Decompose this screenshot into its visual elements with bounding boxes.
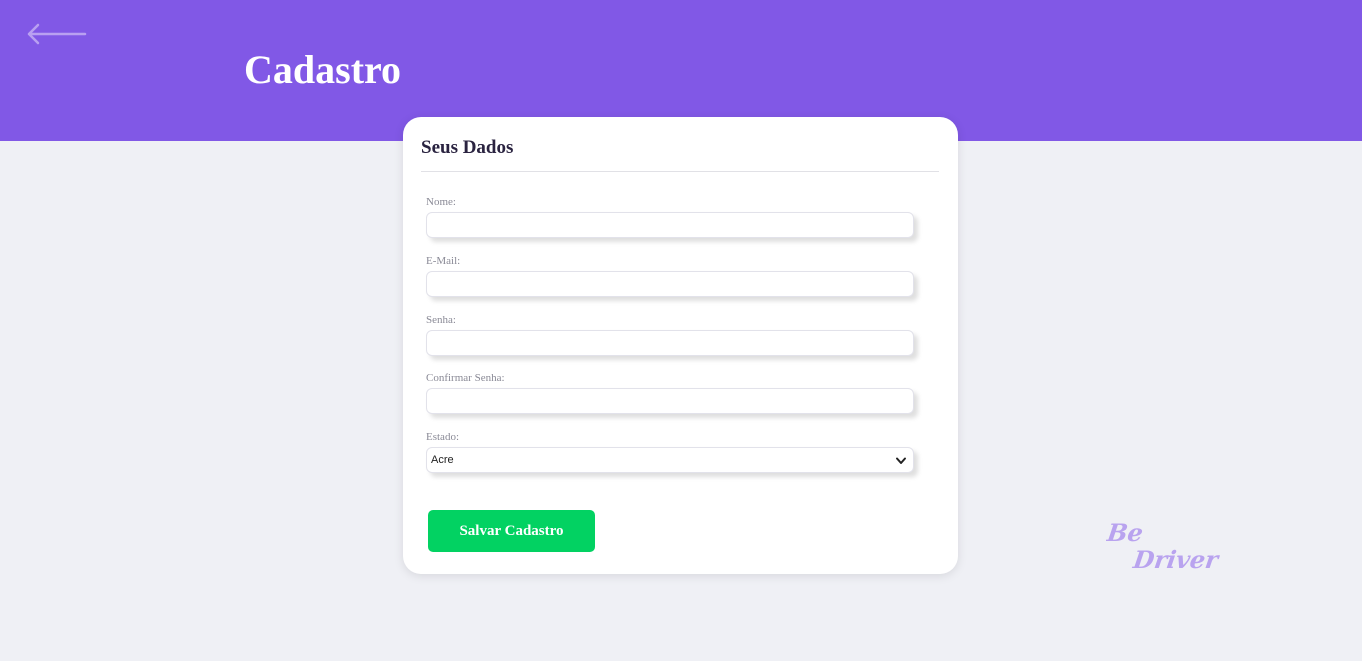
divider	[421, 171, 939, 172]
form-card: Seus Dados Nome: E-Mail: Senha: Confirma…	[403, 117, 958, 574]
state-select[interactable]: Acre	[426, 447, 914, 473]
save-button[interactable]: Salvar Cadastro	[428, 510, 595, 552]
page-title: Cadastro	[244, 47, 402, 92]
password-label: Senha:	[426, 314, 456, 326]
name-label: Nome:	[426, 196, 456, 208]
confirm-password-label: Confirmar Senha:	[426, 372, 505, 384]
logo-line-2: Driver	[1131, 545, 1223, 574]
card-title: Seus Dados	[421, 137, 514, 158]
confirm-password-input[interactable]	[426, 388, 914, 414]
state-label: Estado:	[426, 431, 459, 443]
name-input[interactable]	[426, 212, 914, 238]
email-label: E-Mail:	[426, 255, 461, 267]
password-input[interactable]	[426, 330, 914, 356]
chevron-down-icon	[896, 457, 906, 464]
logo-line-1: Be	[1106, 518, 1145, 547]
arrow-left-icon	[27, 23, 87, 45]
be-driver-logo: Be Driver	[1106, 518, 1223, 574]
back-button[interactable]	[24, 20, 88, 48]
email-input[interactable]	[426, 271, 914, 297]
state-select-value: Acre	[431, 454, 454, 466]
